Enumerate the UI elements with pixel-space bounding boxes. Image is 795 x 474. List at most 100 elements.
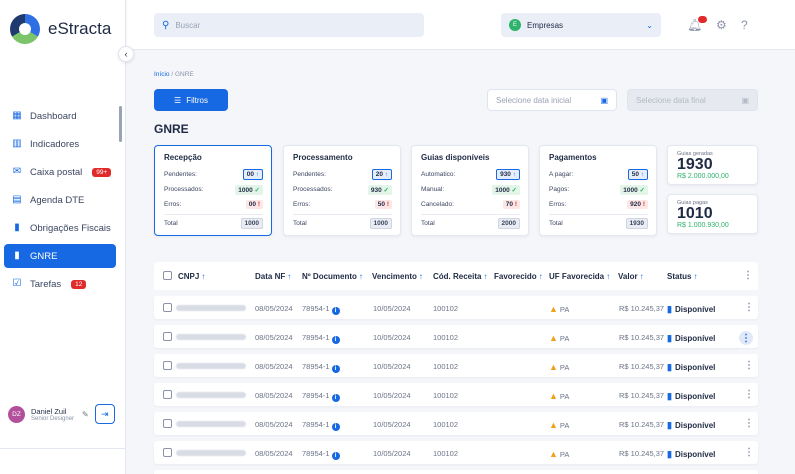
count-value: 1000: [238, 187, 252, 194]
summary-card-recepcao[interactable]: Recepção Pendentes:00 ↑ Processados:1000…: [154, 145, 272, 236]
table-header: CNPJ↑ Data NF↑ Nº Documento↑ Vencimento↑…: [154, 262, 758, 290]
sidebar-divider: [0, 448, 126, 449]
column-header-cnpj[interactable]: CNPJ↑: [178, 272, 205, 281]
count-pill: 1000 ✓: [235, 185, 263, 195]
more-vertical-icon[interactable]: ⋮: [743, 270, 753, 281]
count-pill: 50 !: [375, 200, 392, 209]
sidebar-item-label: Agenda DTE: [30, 195, 84, 206]
table-row[interactable]: 08/05/2024 78954-1i 10/05/2024 100102 ▲P…: [154, 296, 758, 319]
info-icon[interactable]: i: [332, 394, 340, 402]
cell-valor: R$ 10.245,37: [619, 362, 664, 371]
summary-card-pagamentos[interactable]: Pagamentos A pagar:50 ↑ Pagos:1000 ✓ Err…: [539, 145, 657, 236]
select-all-checkbox[interactable]: [163, 271, 172, 280]
search-placeholder: Buscar: [175, 21, 200, 30]
status-badge: ▮Disponível: [667, 304, 715, 315]
row-actions-button[interactable]: ⋮: [744, 360, 754, 371]
info-icon[interactable]: i: [332, 423, 340, 431]
sidebar-item-indicadores[interactable]: ▥ Indicadores: [4, 132, 116, 156]
breadcrumb: Início / GNRE: [154, 71, 194, 78]
table-row[interactable]: 08/05/2024 78954-1i 10/05/2024 100102 ▲P…: [154, 325, 758, 348]
page-title: GNRE: [154, 122, 189, 136]
warning-icon: ▲: [549, 449, 558, 459]
row-actions-button[interactable]: ⋮: [744, 418, 754, 429]
date-start-input[interactable]: Selecione data inicial ▣: [487, 89, 617, 111]
row-actions-button[interactable]: ⋮: [744, 447, 754, 458]
document-icon: ▮: [667, 449, 672, 459]
brand[interactable]: eStracta: [10, 14, 111, 44]
notification-badge: 12: [71, 280, 86, 289]
count-pill: 20 ↑: [372, 169, 392, 180]
cell-vencimento: 10/05/2024: [373, 449, 411, 458]
document-number: 78954-1: [302, 304, 330, 313]
arrow-up-icon: ↑: [385, 171, 388, 178]
sidebar-item-gnre[interactable]: ▮ GNRE: [4, 244, 116, 268]
row-checkbox[interactable]: [163, 448, 172, 457]
summary-card-processamento[interactable]: Processamento Pendentes:20 ↑ Processados…: [283, 145, 401, 236]
card-row-label: Pagos:: [549, 186, 569, 193]
column-header-data-nf[interactable]: Data NF↑: [255, 272, 291, 281]
column-header-valor[interactable]: Valor↑: [618, 272, 644, 281]
help-icon[interactable]: ?: [741, 18, 748, 32]
column-header-favorecido[interactable]: Favorecido↑: [494, 272, 543, 281]
cell-data-nf: 08/05/2024: [255, 391, 293, 400]
cell-data-nf: 08/05/2024: [255, 420, 293, 429]
status-label: Disponível: [675, 450, 715, 459]
count-pill: 1000 ✓: [620, 185, 648, 195]
row-actions-button[interactable]: ⋮: [744, 302, 754, 313]
avatar[interactable]: DZ: [8, 406, 25, 423]
company-select[interactable]: E Empresas ⌄: [501, 13, 661, 37]
date-end-input[interactable]: Selecione data final ▣: [627, 89, 758, 111]
breadcrumb-home[interactable]: Início: [154, 71, 170, 78]
row-checkbox[interactable]: [163, 332, 172, 341]
summary-card-guias-disponiveis[interactable]: Guias disponíveis Automatico:930 ↑ Manua…: [411, 145, 529, 236]
sidebar-item-obrigacoes-fiscais[interactable]: ▮ Obrigações Fiscais: [4, 216, 116, 240]
table-row[interactable]: 08/05/2024 78954-1i 10/05/2024 100102 ▲P…: [154, 383, 758, 406]
count-value: 920: [630, 201, 641, 208]
count-value: 20: [376, 171, 383, 178]
table-body: 08/05/2024 78954-1i 10/05/2024 100102 ▲P…: [154, 296, 758, 474]
uf-value: PA: [560, 450, 569, 459]
table-row[interactable]: 08/05/2024 78954-1i 10/05/2024 100102 ▲P…: [154, 412, 758, 435]
column-header-cod-receita[interactable]: Cód. Receita↑: [433, 272, 487, 281]
card-row-label: Erros:: [549, 201, 566, 208]
table-row[interactable]: 08/05/2024 78954-1i 10/05/2024 100102 ▲P…: [154, 470, 758, 474]
info-icon[interactable]: i: [332, 336, 340, 344]
filters-button[interactable]: ☰ Filtros: [154, 89, 228, 111]
search-input[interactable]: ⚲ Buscar: [154, 13, 424, 37]
stat-amount: R$ 1.000.930,00: [677, 222, 748, 229]
row-actions-button[interactable]: ⋮: [739, 331, 753, 345]
cell-vencimento: 10/05/2024: [373, 304, 411, 313]
logout-button[interactable]: ⇥: [95, 404, 115, 424]
column-label: Valor: [618, 272, 638, 281]
info-icon[interactable]: i: [332, 452, 340, 460]
row-actions-button[interactable]: ⋮: [744, 389, 754, 400]
brand-logo-icon: [10, 14, 40, 44]
sidebar-item-caixa-postal[interactable]: ✉ Caixa postal 99+: [4, 160, 116, 184]
count-pill: 50 ↑: [628, 169, 648, 180]
table-row[interactable]: 08/05/2024 78954-1i 10/05/2024 100102 ▲P…: [154, 441, 758, 464]
info-icon[interactable]: i: [332, 365, 340, 373]
row-checkbox[interactable]: [163, 390, 172, 399]
warning-icon: ▲: [549, 333, 558, 343]
table-row[interactable]: 08/05/2024 78954-1i 10/05/2024 100102 ▲P…: [154, 354, 758, 377]
cell-data-nf: 08/05/2024: [255, 362, 293, 371]
sidebar-item-dashboard[interactable]: ▦ Dashboard: [4, 104, 116, 128]
info-icon[interactable]: i: [332, 307, 340, 315]
edit-icon[interactable]: ✎: [82, 410, 89, 419]
arrow-up-icon: ↑: [641, 171, 644, 178]
column-header-status[interactable]: Status↑: [667, 272, 697, 281]
row-checkbox[interactable]: [163, 361, 172, 370]
gear-icon[interactable]: ⚙: [716, 18, 727, 32]
sidebar-item-tarefas[interactable]: ☑ Tarefas 12: [4, 272, 116, 296]
column-header-uf-favorecida[interactable]: UF Favorecida↑: [549, 272, 610, 281]
sidebar-item-agenda-dte[interactable]: ▤ Agenda DTE: [4, 188, 116, 212]
column-header-documento[interactable]: Nº Documento↑: [302, 272, 363, 281]
collapse-sidebar-button[interactable]: ‹: [118, 46, 134, 62]
warning-icon: ▲: [549, 420, 558, 430]
column-header-vencimento[interactable]: Vencimento↑: [372, 272, 423, 281]
stat-guias-geradas: Guias geradas 1930 R$ 2.000.000,00: [667, 145, 758, 185]
row-checkbox[interactable]: [163, 303, 172, 312]
card-total-value: 2000: [498, 218, 520, 229]
cell-vencimento: 10/05/2024: [373, 333, 411, 342]
row-checkbox[interactable]: [163, 419, 172, 428]
